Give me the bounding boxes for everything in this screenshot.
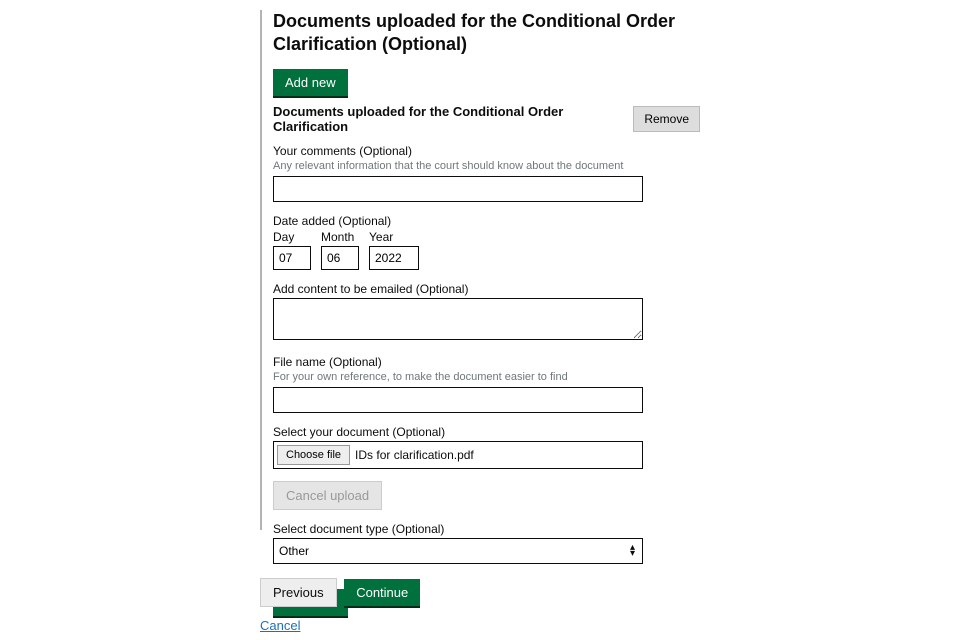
- select-document-label: Select your document (Optional): [273, 425, 700, 439]
- document-type-select[interactable]: Other: [273, 538, 643, 564]
- file-name-hint: For your own reference, to make the docu…: [273, 371, 700, 383]
- month-input[interactable]: [321, 246, 359, 270]
- file-name-input[interactable]: [273, 387, 643, 413]
- remove-button[interactable]: Remove: [633, 106, 700, 132]
- email-content-label: Add content to be emailed (Optional): [273, 282, 700, 296]
- cancel-upload-button[interactable]: Cancel upload: [273, 481, 382, 510]
- email-content-textarea[interactable]: [273, 298, 643, 340]
- year-input[interactable]: [369, 246, 419, 270]
- day-input[interactable]: [273, 246, 311, 270]
- selected-file-name: IDs for clarification.pdf: [355, 448, 474, 462]
- comments-input[interactable]: [273, 176, 643, 202]
- file-input-box: Choose file IDs for clarification.pdf: [273, 441, 643, 469]
- cancel-link[interactable]: Cancel: [260, 618, 300, 633]
- comments-label: Your comments (Optional): [273, 144, 700, 158]
- file-name-label: File name (Optional): [273, 355, 700, 369]
- previous-button[interactable]: Previous: [260, 578, 337, 607]
- page-title: Documents uploaded for the Conditional O…: [273, 10, 700, 57]
- continue-button[interactable]: Continue: [344, 579, 420, 606]
- day-label: Day: [273, 230, 311, 244]
- choose-file-button[interactable]: Choose file: [277, 445, 350, 465]
- date-added-label: Date added (Optional): [273, 214, 700, 228]
- comments-hint: Any relevant information that the court …: [273, 160, 700, 172]
- document-type-label: Select document type (Optional): [273, 522, 700, 536]
- add-new-top-button[interactable]: Add new: [273, 69, 348, 96]
- year-label: Year: [369, 230, 419, 244]
- entry-heading: Documents uploaded for the Conditional O…: [273, 104, 633, 134]
- month-label: Month: [321, 230, 359, 244]
